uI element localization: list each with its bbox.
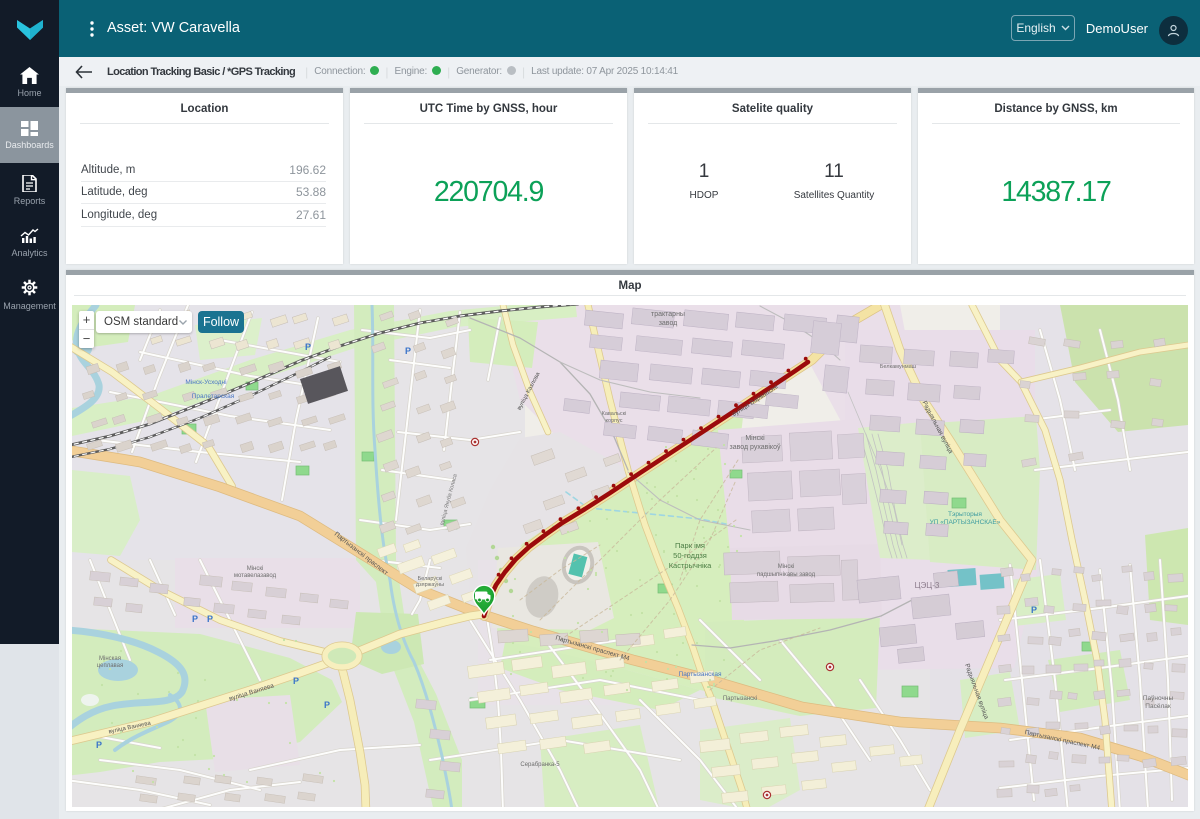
svg-text:P: P [1031, 605, 1037, 615]
svg-text:Партызанскі: Партызанскі [723, 696, 757, 702]
svg-text:дзяржаўны: дзяржаўны [416, 581, 444, 588]
svg-text:корпус: корпус [605, 418, 622, 424]
svg-text:Парк імя: Парк імя [675, 541, 705, 550]
svg-text:P: P [96, 740, 102, 750]
svg-text:P: P [192, 614, 198, 624]
svg-text:падшыпнікавы завод: падшыпнікавы завод [757, 572, 816, 578]
svg-text:УП «ПАРТЫЗАНСКАЕ»: УП «ПАРТЫЗАНСКАЕ» [930, 519, 1001, 526]
svg-text:ЦЭЦ-3: ЦЭЦ-3 [915, 581, 940, 590]
svg-text:цеплавая: цеплавая [97, 663, 124, 669]
svg-text:завод: завод [659, 320, 678, 327]
svg-text:Мінскі: Мінскі [247, 566, 264, 572]
svg-text:Партызанская: Партызанская [679, 671, 722, 678]
svg-text:Мінскі: Мінскі [745, 434, 765, 442]
svg-text:Пралетарская: Пралетарская [192, 393, 235, 400]
svg-text:Мінскі: Мінскі [778, 564, 795, 570]
svg-text:Пасёлак: Пасёлак [1145, 703, 1171, 710]
svg-text:50-годдзя: 50-годдзя [673, 551, 707, 560]
svg-text:трактарны: трактарны [651, 311, 685, 318]
svg-text:Кастрычніка: Кастрычніка [669, 561, 712, 570]
svg-text:P: P [324, 700, 330, 710]
svg-text:завод рухавікоў: завод рухавікоў [730, 443, 781, 451]
svg-text:Паўночны: Паўночны [1143, 694, 1174, 702]
svg-text:мотавелазавод: мотавелазавод [234, 573, 277, 579]
svg-text:P: P [207, 614, 213, 624]
svg-text:Тэрыторыя: Тэрыторыя [948, 511, 982, 518]
svg-text:P: P [405, 346, 411, 356]
svg-text:Серабранка-5: Серабранка-5 [520, 762, 560, 768]
svg-text:P: P [305, 342, 311, 352]
svg-text:Кавальскі: Кавальскі [602, 411, 627, 417]
svg-text:Мінская: Мінская [99, 656, 121, 662]
svg-text:P: P [293, 676, 299, 686]
svg-text:Мінск-Усходні: Мінск-Усходні [185, 378, 226, 386]
svg-text:Белкамунмаш: Белкамунмаш [880, 364, 917, 370]
